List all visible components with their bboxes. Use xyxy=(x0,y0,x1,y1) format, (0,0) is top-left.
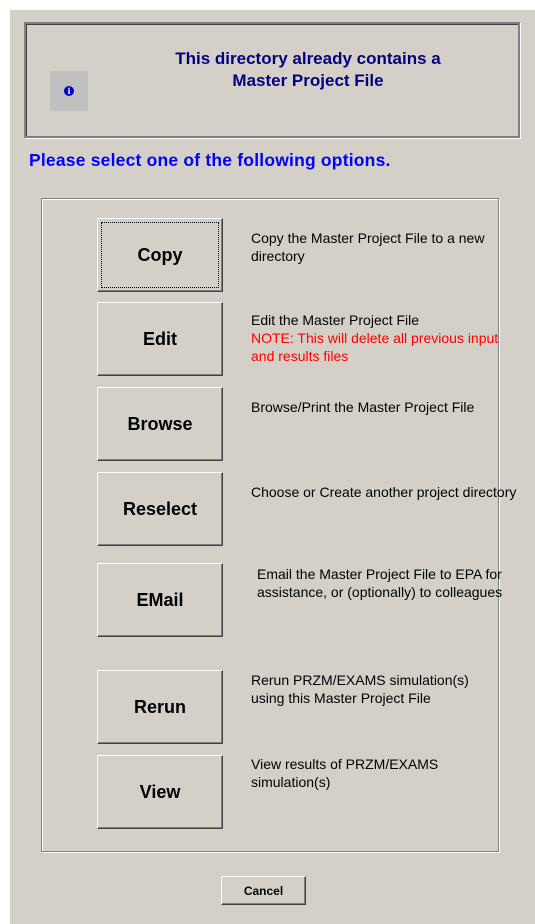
reselect-description: Choose or Create another project directo… xyxy=(251,483,521,501)
copy-description: Copy the Master Project File to a new di… xyxy=(251,229,521,265)
reselect-description-text: Choose or Create another project directo… xyxy=(251,484,517,500)
header-title: This directory already contains a Master… xyxy=(175,49,441,90)
cancel-button[interactable]: Cancel xyxy=(221,876,306,905)
view-description: View results of PRZM/EXAMS simulation(s) xyxy=(251,755,511,791)
options-group: Copy Copy the Master Project File to a n… xyxy=(41,198,516,852)
edit-warning-note: NOTE: This will delete all previous inpu… xyxy=(251,330,499,364)
email-button[interactable]: EMail xyxy=(97,563,223,637)
rerun-button[interactable]: Rerun xyxy=(97,670,223,744)
edit-button[interactable]: Edit xyxy=(97,302,223,376)
info-icon-container: i xyxy=(50,71,88,111)
copy-description-text: Copy the Master Project File to a new di… xyxy=(251,230,485,264)
reselect-button[interactable]: Reselect xyxy=(97,472,223,546)
edit-description: Edit the Master Project File NOTE: This … xyxy=(251,311,521,365)
browse-description: Browse/Print the Master Project File xyxy=(251,398,521,416)
header-panel: i This directory already contains a Mast… xyxy=(24,22,520,138)
info-icon: i xyxy=(64,86,74,96)
view-button[interactable]: View xyxy=(97,755,223,829)
rerun-description: Rerun PRZM/EXAMS simulation(s) using thi… xyxy=(251,671,501,707)
copy-button[interactable]: Copy xyxy=(97,218,223,292)
browse-description-text: Browse/Print the Master Project File xyxy=(251,399,475,415)
instruction-text: Please select one of the following optio… xyxy=(29,150,391,170)
view-description-text: View results of PRZM/EXAMS simulation(s) xyxy=(251,756,439,790)
dialog-window: i This directory already contains a Mast… xyxy=(9,9,535,924)
rerun-description-text: Rerun PRZM/EXAMS simulation(s) using thi… xyxy=(251,672,469,706)
browse-button[interactable]: Browse xyxy=(97,387,223,461)
email-description: Email the Master Project File to EPA for… xyxy=(257,565,507,601)
email-description-text: Email the Master Project File to EPA for… xyxy=(257,566,503,600)
edit-description-text: Edit the Master Project File xyxy=(251,312,420,328)
